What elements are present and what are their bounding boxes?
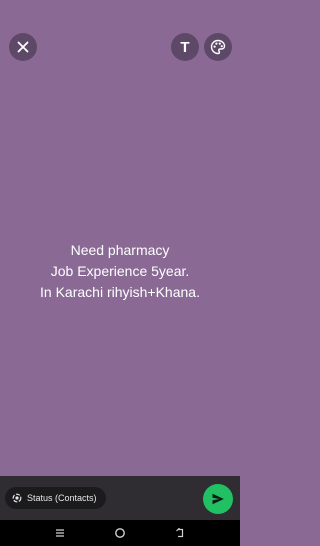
status-icon [12, 493, 22, 503]
text-tool-button[interactable]: T [171, 33, 199, 61]
status-composer-screen: T Need pharmacy Job Experience 5year. In… [0, 0, 240, 546]
home-icon [115, 528, 125, 538]
recent-apps-button[interactable] [52, 525, 68, 541]
color-palette-button[interactable] [204, 33, 232, 61]
status-text-content[interactable]: Need pharmacy Job Experience 5year. In K… [0, 240, 240, 303]
status-text-line-3: In Karachi rihyish+Khana. [40, 284, 200, 300]
home-button[interactable] [112, 525, 128, 541]
status-audience-button[interactable]: Status (Contacts) [5, 487, 106, 509]
status-audience-label: Status (Contacts) [27, 493, 97, 503]
back-button[interactable] [172, 525, 188, 541]
close-button[interactable] [9, 33, 37, 61]
text-tool-label: T [180, 38, 190, 56]
send-button[interactable] [203, 484, 233, 514]
recent-apps-icon [56, 529, 64, 537]
back-icon [176, 528, 184, 538]
send-icon [212, 493, 224, 505]
system-navigation-bar [0, 520, 240, 546]
close-icon [17, 41, 29, 53]
status-text-line-1: Need pharmacy [70, 242, 170, 258]
status-text-line-2: Job Experience 5year. [50, 263, 190, 279]
status-footer-bar: Status (Contacts) [0, 476, 240, 520]
palette-icon [210, 39, 226, 55]
